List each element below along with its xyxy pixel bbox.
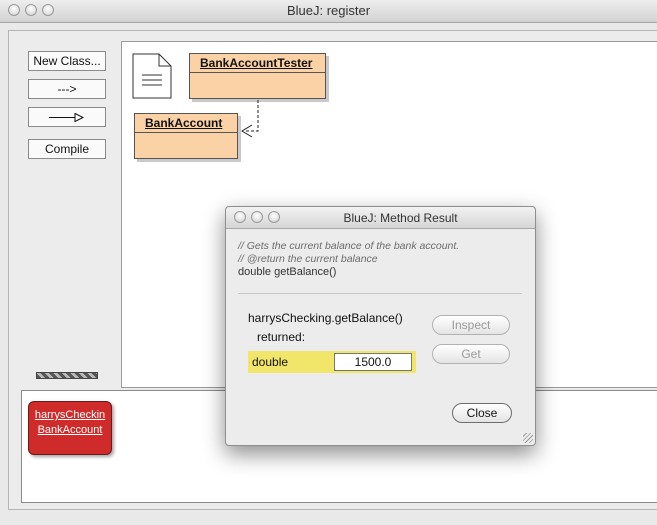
method-call-text: harrysChecking.getBalance()	[248, 311, 403, 325]
object-instance-harryschecking[interactable]: harrysCheckin BankAccount	[28, 401, 112, 455]
dependency-arrow-button[interactable]: --->	[28, 79, 106, 99]
method-comment-line: // Gets the current balance of the bank …	[238, 240, 460, 252]
window-title-bar: BlueJ: register	[0, 0, 657, 23]
window-title: BlueJ: register	[286, 3, 371, 18]
result-type: double	[252, 355, 289, 369]
machine-status-indicator	[36, 372, 98, 379]
inheritance-arrow-icon	[49, 113, 85, 122]
object-type: BankAccount	[37, 424, 103, 436]
readme-document-icon[interactable]	[132, 53, 172, 99]
compile-button[interactable]: Compile	[28, 139, 106, 159]
class-name: BankAccount	[135, 114, 237, 133]
new-class-button[interactable]: New Class...	[28, 51, 106, 71]
dialog-title: BlueJ: Method Result	[343, 211, 458, 225]
result-value-field[interactable]: 1500.0	[334, 353, 412, 371]
divider	[238, 293, 522, 294]
close-button[interactable]: Close	[452, 403, 512, 423]
get-button[interactable]: Get	[432, 344, 510, 364]
inspect-button[interactable]: Inspect	[432, 315, 510, 335]
result-row: double 1500.0	[248, 351, 416, 373]
method-result-dialog: BlueJ: Method Result // Gets the current…	[225, 206, 536, 446]
dependency-arrow	[241, 100, 259, 138]
inheritance-arrow-button[interactable]	[28, 107, 106, 127]
returned-label: returned:	[257, 330, 306, 344]
resize-grip-icon[interactable]	[523, 433, 533, 443]
dialog-title-bar: BlueJ: Method Result	[226, 207, 535, 229]
object-name: harrysCheckin	[34, 409, 106, 421]
class-name: BankAccountTester	[190, 54, 325, 73]
class-box-bankaccount[interactable]: BankAccount	[134, 113, 238, 159]
method-signature: double getBalance()	[238, 266, 337, 278]
method-comment-line: // @return the current balance	[238, 253, 378, 265]
class-box-bankaccounttester[interactable]: BankAccountTester	[189, 53, 326, 99]
